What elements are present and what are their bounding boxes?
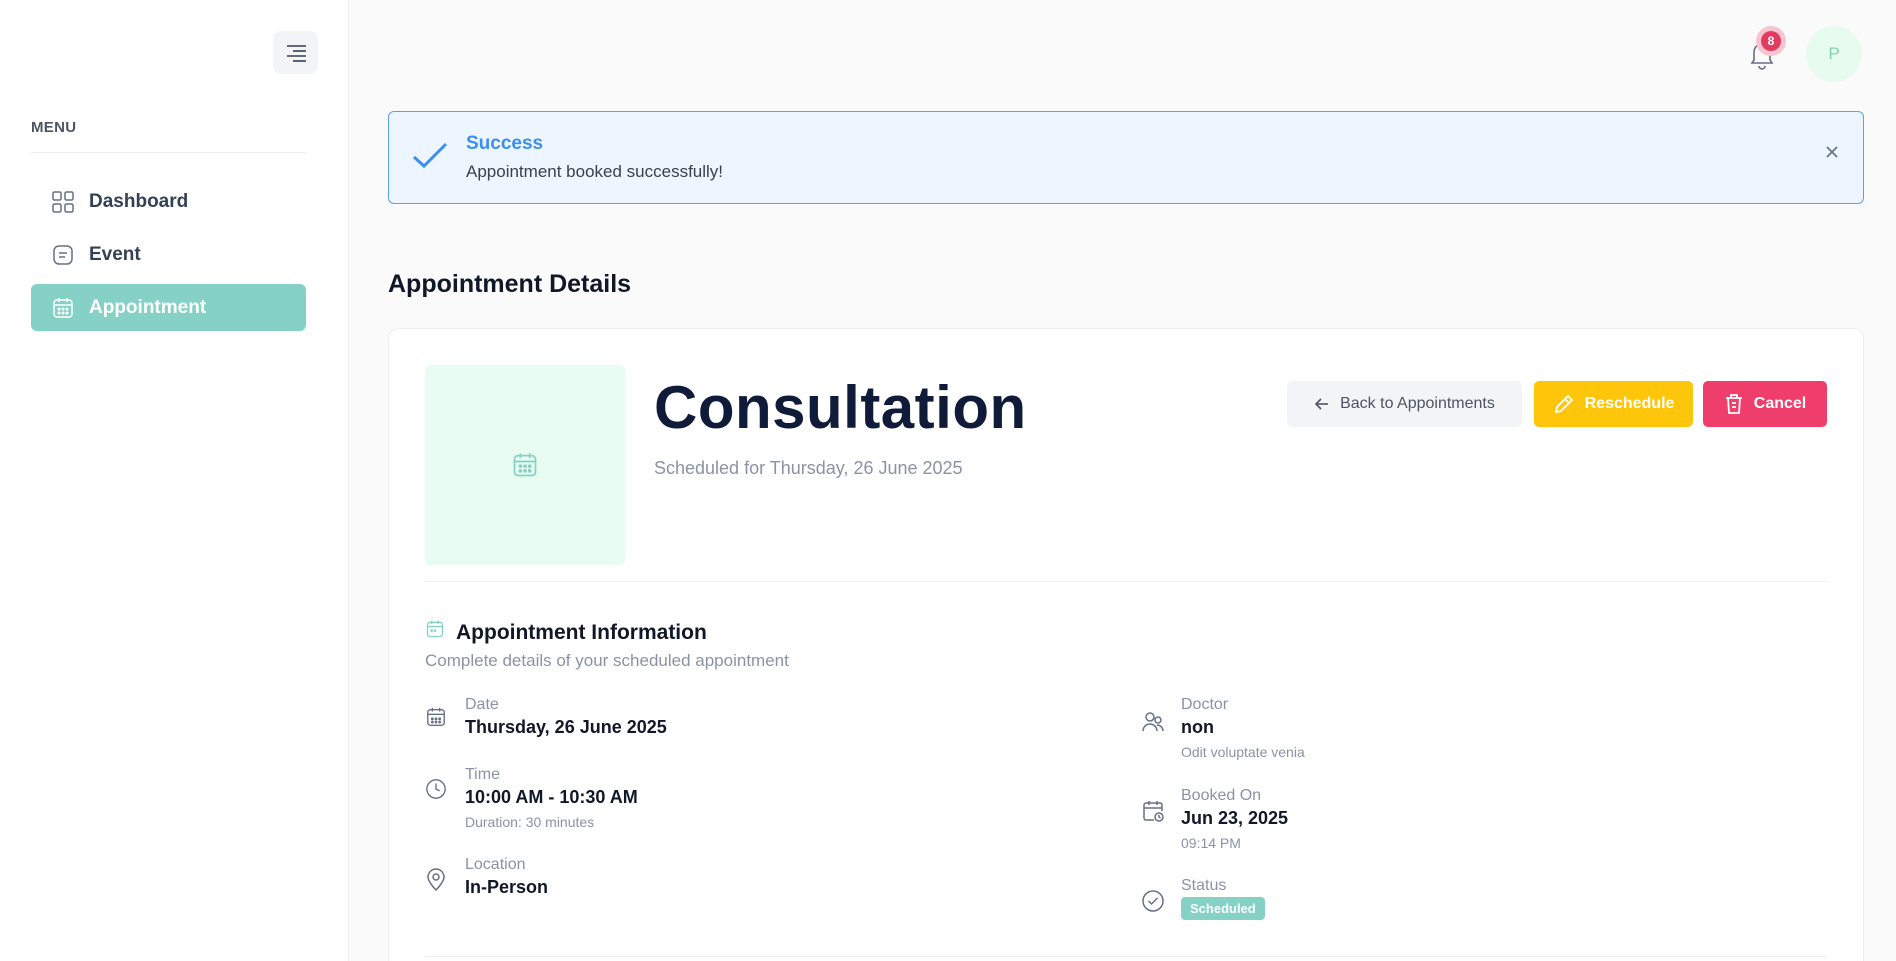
calendar-icon [53,297,73,318]
avatar-initial: P [1828,44,1840,63]
check-icon [412,142,448,169]
menu-divider [31,152,306,153]
time-label: Time [465,766,500,783]
notification-badge: 8 [1756,26,1786,56]
sidebar-item-label: Dashboard [89,190,189,212]
appointment-card: Consultation Scheduled for Thursday, 26 … [388,328,1864,961]
doctor-value: non [1181,717,1214,737]
back-to-appointments-button[interactable]: Back to Appointments [1287,381,1522,427]
duration-note: Duration: 30 minutes [465,814,595,830]
note-icon [53,244,73,265]
avatar[interactable]: P [1806,26,1862,82]
sidebar-toggle-button[interactable] [273,31,318,74]
clock-icon [426,779,446,799]
booked-on-time: 09:14 PM [1181,835,1241,851]
calendar-icon [426,620,444,638]
cancel-button[interactable]: Cancel [1703,381,1827,427]
status-badge: Scheduled [1181,897,1265,920]
menu-heading: MENU [31,119,77,136]
card-divider [425,581,1827,582]
appointment-subtitle: Scheduled for Thursday, 26 June 2025 [654,458,963,478]
sidebar-item-label: Appointment [89,296,207,318]
users-icon [1142,712,1164,732]
reschedule-button[interactable]: Reschedule [1534,381,1693,427]
page-title: Appointment Details [388,270,632,298]
doctor-label: Doctor [1181,696,1229,713]
info-section-subtitle: Complete details of your scheduled appoi… [425,651,789,670]
reschedule-button-label: Reschedule [1584,395,1675,412]
pencil-icon [1554,394,1573,414]
doctor-note: Odit voluptate venia [1181,744,1305,760]
map-pin-icon [427,868,445,892]
arrow-left-icon [1314,398,1329,410]
trash-icon [1725,394,1742,414]
success-alert: Success Appointment booked successfully! [388,111,1864,204]
status-label: Status [1181,877,1227,894]
booked-on-value: Jun 23, 2025 [1181,808,1289,828]
sidebar-item-label: Event [89,243,141,265]
alert-message: Appointment booked successfully! [466,162,724,181]
alert-title: Success [466,133,544,154]
info-section-title: Appointment Information [456,621,707,644]
appointment-title: Consultation [654,374,1027,441]
back-button-label: Back to Appointments [1340,395,1495,412]
booked-on-label: Booked On [1181,787,1262,804]
appointment-thumbnail [425,365,625,565]
sidebar-item-appointment[interactable]: Appointment [31,284,306,331]
close-icon[interactable] [1825,145,1839,159]
time-value: 10:00 AM - 10:30 AM [465,787,638,807]
cancel-button-label: Cancel [1753,395,1807,412]
sidebar-item-event[interactable]: Event [31,231,306,278]
calendar-icon [427,707,445,726]
date-value: Thursday, 26 June 2025 [465,717,667,737]
sidebar-item-dashboard[interactable]: Dashboard [31,178,306,225]
location-label: Location [465,856,526,873]
calendar-icon [513,453,537,477]
check-circle-icon [1142,890,1164,912]
notification-count: 8 [1761,31,1781,51]
grid-icon [52,190,74,213]
sidebar: MENU Dashboard Event Appointment [0,0,349,961]
location-value: In-Person [465,877,549,897]
card-divider-bottom [425,956,1827,957]
menu-icon [286,44,306,62]
date-label: Date [465,696,499,713]
calendar-clock-icon [1143,801,1164,822]
